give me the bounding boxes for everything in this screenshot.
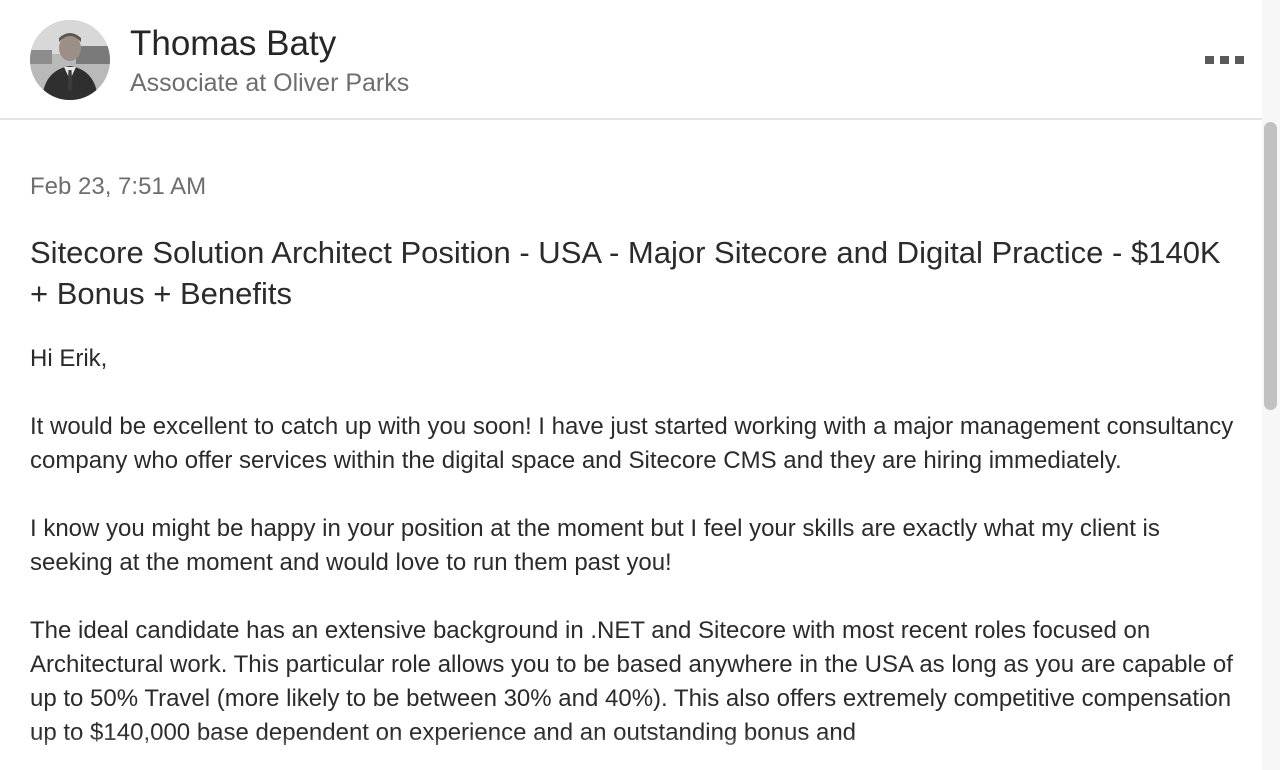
scrollbar-thumb[interactable] bbox=[1264, 122, 1277, 410]
conversation-header: Thomas Baty Associate at Oliver Parks bbox=[0, 0, 1280, 120]
ellipsis-icon-dot bbox=[1234, 56, 1244, 64]
message-subject: Sitecore Solution Architect Position - U… bbox=[30, 235, 1221, 311]
message-text: Hi Erik, It would be excellent to catch … bbox=[30, 342, 1248, 770]
profile-photo-icon bbox=[30, 20, 110, 100]
ellipsis-icon bbox=[1204, 56, 1214, 64]
ellipsis-icon-dot bbox=[1219, 56, 1229, 64]
message-paragraph: Hi Erik, bbox=[30, 345, 108, 372]
message-timestamp: Feb 23, 7:51 AM bbox=[30, 173, 207, 200]
message-paragraph: It would be excellent to catch up with y… bbox=[30, 413, 1234, 474]
more-options-button[interactable] bbox=[1196, 46, 1252, 74]
avatar[interactable] bbox=[30, 20, 110, 100]
message-body: Feb 23, 7:51 AM Sitecore Solution Archit… bbox=[30, 122, 1250, 770]
message-paragraph: I know you might be happy in your positi… bbox=[30, 515, 1160, 576]
message-paragraph: The ideal candidate has an extensive bac… bbox=[30, 617, 1233, 746]
sender-name[interactable]: Thomas Baty bbox=[130, 24, 336, 64]
message-window: Thomas Baty Associate at Oliver Parks Fe… bbox=[0, 0, 1280, 770]
sender-headline: Associate at Oliver Parks bbox=[130, 69, 410, 97]
